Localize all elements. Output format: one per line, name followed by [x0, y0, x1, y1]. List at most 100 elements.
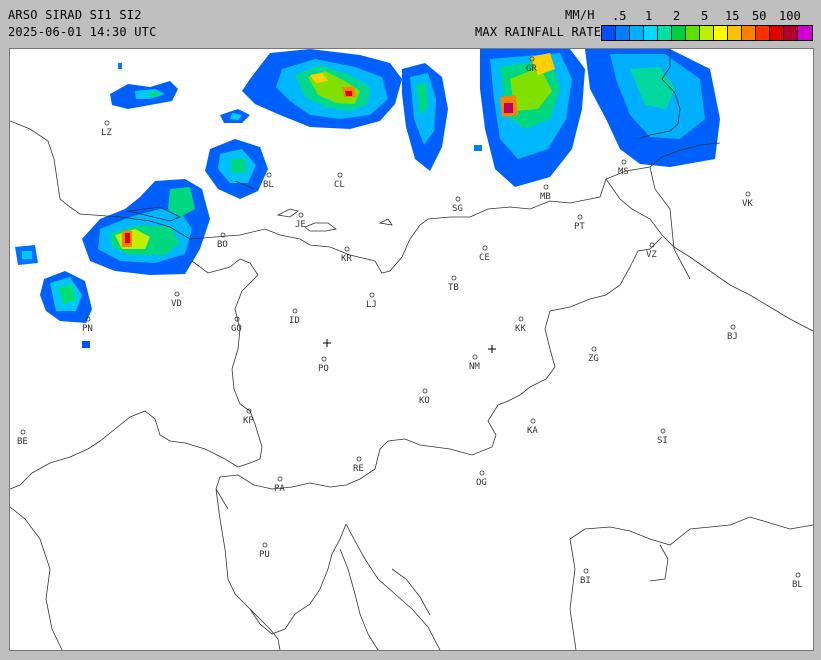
city-label: GR [526, 64, 537, 74]
city-be: BE [17, 429, 28, 447]
radar-frame: ARSO SIRAD SI1 SI2 2025-06-01 14:30 UTC … [0, 0, 821, 660]
city-dot [530, 418, 536, 424]
city-mb: MB [540, 184, 551, 202]
city-bj: BJ [727, 324, 738, 342]
city-label: BL [263, 180, 274, 190]
coastline [10, 410, 441, 650]
city-dot [621, 159, 627, 165]
city-label: PT [574, 222, 585, 232]
legend-color-cell [756, 26, 770, 40]
city-label: OG [476, 478, 487, 488]
city-si: SI [657, 428, 668, 446]
city-dot [591, 346, 597, 352]
city-dot [298, 212, 304, 218]
legend-tick: 50 [752, 9, 767, 23]
city-dot [455, 196, 461, 202]
city-pt: PT [574, 214, 585, 232]
legend-tick: 15 [725, 9, 740, 23]
map-canvas: LZ BL CL MB MS VK SG JE PT BO KR CE VZ TB VD LJ ID GO PN KK… [10, 49, 813, 650]
city-dot [451, 275, 457, 281]
city-lj: LJ [366, 292, 377, 310]
city-label: VK [742, 199, 753, 209]
city-dot [649, 242, 655, 248]
echo-cell [402, 63, 448, 171]
legend-tick: .5 [612, 9, 627, 23]
legend-tick: 2 [673, 9, 681, 23]
legend-color-cell [770, 26, 784, 40]
city-label: KR [341, 254, 352, 264]
city-label: KP [243, 416, 254, 426]
legend-color-cell [742, 26, 756, 40]
city-label: LJ [366, 300, 377, 310]
legend-color-cell [784, 26, 798, 40]
city-kp: KP [243, 408, 254, 426]
city-label: PA [274, 484, 285, 494]
legend-color-cell [728, 26, 742, 40]
city-dot [344, 246, 350, 252]
city-dot [479, 470, 485, 476]
city-dot [277, 476, 283, 482]
legend-color-cell [700, 26, 714, 40]
city-label: RE [353, 464, 364, 474]
city-label: PN [82, 324, 93, 334]
city-cl: CL [334, 172, 345, 190]
city-kk: KK [515, 316, 526, 334]
echo-cell [585, 49, 720, 167]
city-label: KK [515, 324, 526, 334]
city-label: BI [580, 576, 591, 586]
city-dot [174, 291, 180, 297]
city-sg: SG [452, 196, 463, 214]
city-dot [104, 120, 110, 126]
city-dot [577, 214, 583, 220]
radar-title: ARSO SIRAD SI1 SI2 [8, 8, 142, 22]
legend-tick: 1 [645, 9, 653, 23]
city-label: MS [618, 167, 629, 177]
legend-color-cell [686, 26, 700, 40]
city-label: JE [295, 220, 306, 230]
legend-tick: 5 [701, 9, 709, 23]
city-bi: BI [580, 568, 591, 586]
city-dot [337, 172, 343, 178]
city-label: PU [259, 550, 270, 560]
city-vk: VK [742, 191, 753, 209]
legend-color-cell [714, 26, 728, 40]
rainfall-color-scale [601, 25, 813, 41]
city-label: VZ [646, 250, 657, 260]
city-dot [482, 245, 488, 251]
city-label: CE [479, 253, 490, 263]
city-dot [20, 429, 26, 435]
legend-color-cell [658, 26, 672, 40]
city-nm: NM [469, 354, 480, 372]
city-dot [266, 172, 272, 178]
city-dot [543, 184, 549, 190]
city-label: BE [17, 437, 28, 447]
radar-sites [323, 339, 496, 353]
city-dot [518, 316, 524, 322]
city-bo: BO [217, 232, 228, 250]
city-bl: BL [792, 572, 803, 590]
legend-color-cell [672, 26, 686, 40]
city-label: PO [318, 364, 329, 374]
radar-map: LZ BL CL MB MS VK SG JE PT BO KR CE VZ TB VD LJ ID GO PN KK… [9, 48, 814, 651]
city-label: VD [171, 299, 182, 309]
city-ka: KA [527, 418, 538, 436]
city-label: SG [452, 204, 463, 214]
city-po: PO [318, 356, 329, 374]
city-dot [583, 568, 589, 574]
legend-color-cell [616, 26, 630, 40]
city-og: OG [476, 470, 487, 488]
city-dot [321, 356, 327, 362]
city-je: JE [295, 212, 306, 230]
legend-color-cell [798, 26, 812, 40]
city-zg: ZG [588, 346, 599, 364]
legend-color-cell [644, 26, 658, 40]
legend-tick: 100 [779, 9, 801, 23]
city-label: NM [469, 362, 480, 372]
echo-cell [205, 139, 268, 199]
city-label: LZ [101, 128, 112, 138]
city-dot [745, 191, 751, 197]
legend-color-cell [630, 26, 644, 40]
city-vd: VD [171, 291, 182, 309]
city-dot [472, 354, 478, 360]
city-dot [795, 572, 801, 578]
